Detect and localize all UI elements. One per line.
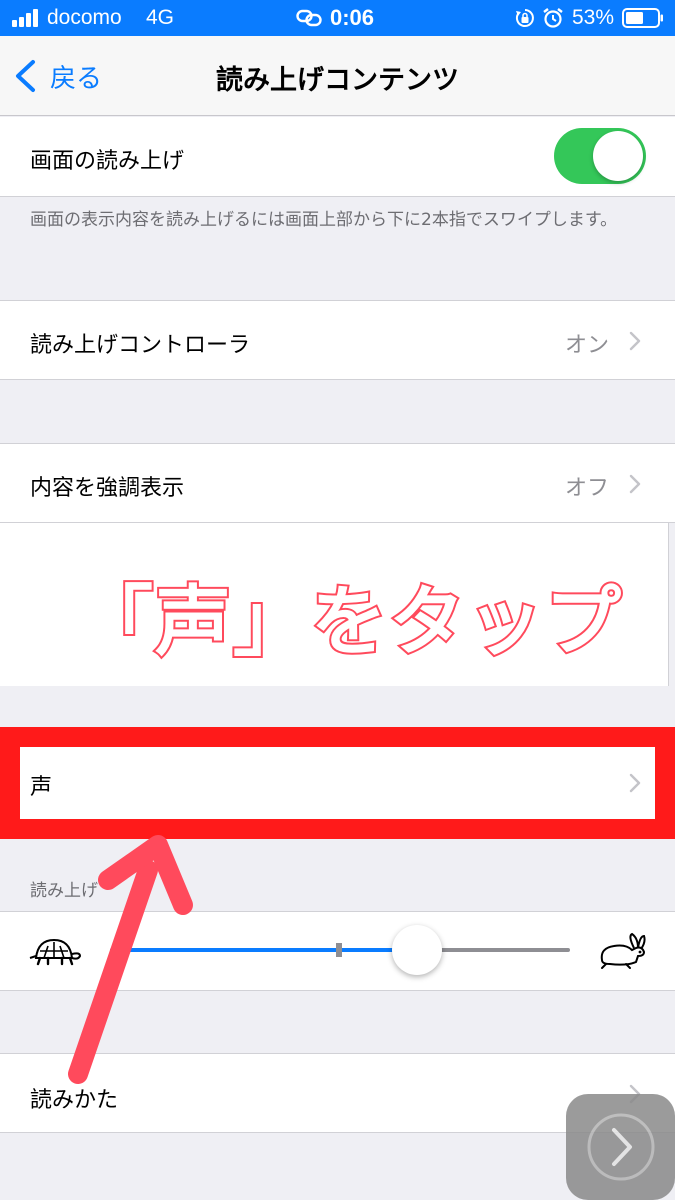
pronunciations-label: 読みかた [30, 1088, 119, 1113]
speaking-rate-slider-default-tick [336, 943, 342, 957]
battery-icon [622, 8, 663, 28]
carrier-label: docomo [47, 6, 122, 29]
link-icon [296, 9, 322, 27]
voices-label: 声 [30, 775, 53, 800]
battery-percent: 53% [572, 6, 615, 29]
signal-icon [12, 9, 42, 27]
annotation-text: 「声」をタップ [75, 575, 623, 668]
voices-row[interactable]: 声 [20, 747, 655, 819]
toggle-knob [593, 131, 643, 181]
speech-controller-label: 読み上げコントローラ [30, 333, 251, 358]
speech-controller-row[interactable]: 読み上げコントローラ オン [0, 300, 675, 380]
speaking-rate-header: 読み上げ [30, 881, 98, 901]
assistive-touch-button[interactable] [566, 1094, 675, 1200]
highlight-content-label: 内容を強調表示 [30, 476, 185, 501]
navigation-bar: 戻る 読み上げコンテンツ [0, 36, 675, 116]
chevron-right-icon [629, 474, 641, 494]
chevron-right-icon [629, 331, 641, 351]
page-title: 読み上げコンテンツ [216, 65, 459, 96]
annotation-text-label: 「声」をタップ [77, 577, 623, 666]
highlight-content-row[interactable]: 内容を強調表示 オフ [0, 443, 675, 523]
status-time: 0:06 [330, 5, 375, 30]
network-label: 4G [146, 6, 175, 29]
chevron-right-icon [629, 773, 641, 793]
rabbit-icon [600, 932, 646, 969]
speaking-rate-slider-fill [110, 948, 416, 952]
speak-screen-toggle[interactable] [554, 128, 646, 184]
speech-controller-value: オン [564, 333, 609, 358]
highlight-content-value: オフ [564, 476, 609, 501]
assistive-touch-icon [587, 1113, 655, 1181]
status-bar: docomo 4G 0:06 53% [0, 0, 675, 36]
turtle-icon [29, 938, 82, 966]
speaking-rate-slider-thumb[interactable] [392, 925, 442, 975]
speak-screen-footer: 画面の表示内容を読み上げるには画面上部から下に2本指でスワイプします。 [30, 210, 618, 230]
alarm-icon [543, 8, 563, 28]
speak-screen-label: 画面の読み上げ [30, 149, 185, 174]
panel-edge [668, 523, 675, 686]
orientation-lock-icon [515, 9, 534, 27]
